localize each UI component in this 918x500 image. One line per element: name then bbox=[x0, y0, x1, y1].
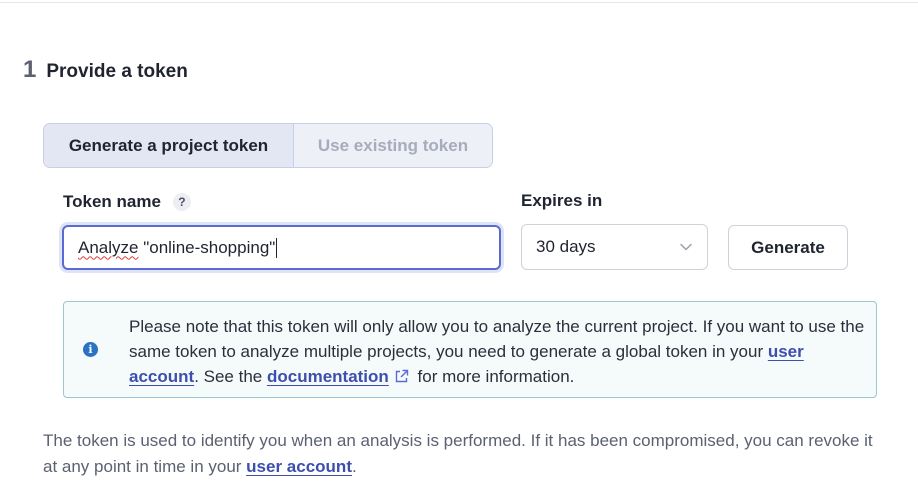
info-text-part1: Please note that this token will only al… bbox=[129, 317, 865, 361]
info-icon: i bbox=[83, 342, 98, 357]
token-name-label: Token name bbox=[63, 192, 161, 211]
top-divider bbox=[0, 2, 918, 3]
step-header: 1 Provide a token bbox=[23, 56, 188, 84]
step-number: 1 bbox=[23, 56, 37, 83]
info-text-part3: for more information. bbox=[412, 367, 575, 386]
step-title: Provide a token bbox=[46, 61, 188, 82]
token-mode-toggle: Generate a project token Use existing to… bbox=[43, 123, 493, 168]
info-text-part2: . See the bbox=[194, 367, 267, 386]
footer-text: The token is used to identify you when a… bbox=[43, 428, 873, 480]
external-link-icon[interactable] bbox=[394, 366, 409, 391]
generate-project-token-tab[interactable]: Generate a project token bbox=[44, 124, 294, 167]
expires-select[interactable]: 30 days bbox=[521, 224, 708, 270]
expires-selected-value: 30 days bbox=[536, 237, 596, 256]
text-caret bbox=[276, 237, 278, 258]
help-icon[interactable]: ? bbox=[172, 193, 191, 211]
use-existing-token-tab[interactable]: Use existing token bbox=[294, 124, 492, 167]
chevron-down-icon bbox=[679, 240, 693, 254]
generate-button[interactable]: Generate bbox=[728, 225, 848, 270]
footer-user-account-link[interactable]: user account bbox=[246, 457, 352, 476]
footer-text-end: . bbox=[351, 457, 357, 476]
documentation-link[interactable]: documentation bbox=[267, 367, 389, 386]
info-text: Please note that this token will only al… bbox=[129, 314, 869, 391]
footer-text-body: The token is used to identify you when a… bbox=[43, 431, 873, 476]
token-name-value: "online-shopping" bbox=[138, 237, 276, 257]
token-name-input[interactable]: Analyze "online-shopping" bbox=[62, 225, 501, 270]
info-alert: i Please note that this token will only … bbox=[63, 301, 877, 398]
token-name-label-row: Token name ? bbox=[63, 192, 191, 212]
token-name-value-misspelled: Analyze bbox=[78, 237, 139, 257]
expires-label: Expires in bbox=[521, 191, 603, 210]
